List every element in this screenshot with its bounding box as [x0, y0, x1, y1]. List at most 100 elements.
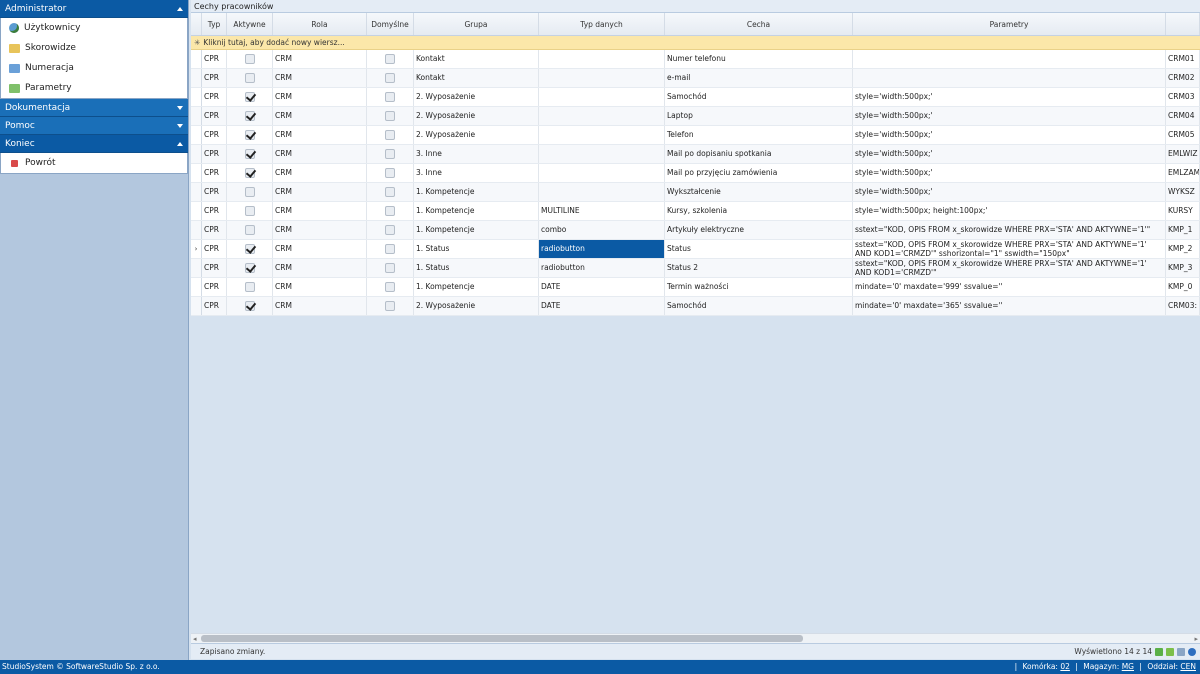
cell-kod[interactable]: KURSY	[1166, 202, 1200, 220]
cell-typ[interactable]: CPR	[202, 221, 227, 239]
cell-parametry[interactable]: style='width:500px;'	[853, 183, 1166, 201]
table-row[interactable]: CPR CRM 2. Wyposażenie Samochód style='width…	[191, 88, 1200, 107]
cell-grupa[interactable]: 2. Wyposażenie	[414, 88, 539, 106]
cell-cecha[interactable]: Status 2	[665, 259, 853, 277]
cell-aktywne[interactable]	[227, 202, 273, 220]
cell-kod[interactable]: EMLWIZ	[1166, 145, 1200, 163]
table-row[interactable]: CPR CRM 3. Inne Mail po dopisaniu spotkania…	[191, 145, 1200, 164]
aktywne-checkbox[interactable]	[244, 187, 255, 197]
accordion-dokumentacja[interactable]: Dokumentacja	[0, 99, 188, 117]
cell-rola[interactable]: CRM	[273, 183, 367, 201]
cell-domyslne[interactable]	[367, 126, 414, 144]
table-row[interactable]: CPR CRM 1. Kompetencje DATE Termin ważności m…	[191, 278, 1200, 297]
cell-aktywne[interactable]	[227, 297, 273, 315]
cell-rola[interactable]: CRM	[273, 107, 367, 125]
row-selector[interactable]	[191, 278, 202, 296]
row-selector[interactable]	[191, 69, 202, 87]
table-row[interactable]: CPR CRM 2. Wyposażenie DATE Samochód mindate=…	[191, 297, 1200, 316]
cell-grupa[interactable]: Kontakt	[414, 69, 539, 87]
aktywne-checkbox[interactable]	[244, 225, 255, 235]
cell-parametry[interactable]: style='width:500px; height:100px;'	[853, 202, 1166, 220]
cell-kod[interactable]: CRM01	[1166, 50, 1200, 68]
domyslne-checkbox[interactable]	[385, 244, 395, 254]
add-row-icon[interactable]	[1166, 647, 1174, 656]
row-selector[interactable]	[191, 126, 202, 144]
cell-rola[interactable]: CRM	[273, 69, 367, 87]
column-header-aktywne[interactable]: Aktywne	[227, 13, 273, 35]
cell-cecha[interactable]: Samochód	[665, 88, 853, 106]
horizontal-scrollbar[interactable]: ◂ ▸	[191, 633, 1200, 643]
cell-aktywne[interactable]	[227, 278, 273, 296]
cell-cecha[interactable]: Numer telefonu	[665, 50, 853, 68]
domyslne-checkbox[interactable]	[385, 73, 395, 83]
cell-kod[interactable]: KMP_3	[1166, 259, 1200, 277]
table-row[interactable]: CPR CRM 1. Kompetencje MULTILINE Kursy, szko…	[191, 202, 1200, 221]
domyslne-checkbox[interactable]	[385, 92, 395, 102]
aktywne-checkbox[interactable]	[244, 130, 255, 140]
cell-kod[interactable]: WYKSZ	[1166, 183, 1200, 201]
cell-domyslne[interactable]	[367, 183, 414, 201]
cell-typ[interactable]: CPR	[202, 259, 227, 277]
help-icon[interactable]	[1188, 647, 1196, 656]
cell-cecha[interactable]: Termin ważności	[665, 278, 853, 296]
cell-cecha[interactable]: Samochód	[665, 297, 853, 315]
cell-parametry[interactable]: style='width:500px;'	[853, 164, 1166, 182]
aktywne-checkbox[interactable]	[244, 92, 255, 102]
cell-kod[interactable]: KMP_0	[1166, 278, 1200, 296]
cell-parametry[interactable]: sstext="KOD, OPIS FROM x_skorowidze WHER…	[853, 259, 1166, 277]
cell-typ[interactable]: CPR	[202, 69, 227, 87]
cell-typ-danych[interactable]	[539, 183, 665, 201]
domyslne-checkbox[interactable]	[385, 149, 395, 159]
cell-rola[interactable]: CRM	[273, 221, 367, 239]
column-header-parametry[interactable]: Parametry	[853, 13, 1166, 35]
row-selector[interactable]	[191, 164, 202, 182]
cell-domyslne[interactable]	[367, 69, 414, 87]
table-row[interactable]: CPR CRM 1. Status radiobutton Status 2 sstext…	[191, 259, 1200, 278]
domyslne-checkbox[interactable]	[385, 225, 395, 235]
cell-typ-danych[interactable]: DATE	[539, 297, 665, 315]
cell-domyslne[interactable]	[367, 297, 414, 315]
row-selector[interactable]	[191, 183, 202, 201]
cell-parametry[interactable]: style='width:500px;'	[853, 126, 1166, 144]
domyslne-checkbox[interactable]	[385, 206, 395, 216]
cell-typ-danych[interactable]	[539, 164, 665, 182]
cell-parametry[interactable]: mindate='0' maxdate='365' ssvalue=''	[853, 297, 1166, 315]
accordion-koniec[interactable]: Koniec	[0, 135, 188, 153]
column-header-grupa[interactable]: Grupa	[414, 13, 539, 35]
cell-typ[interactable]: CPR	[202, 297, 227, 315]
cell-typ[interactable]: CPR	[202, 107, 227, 125]
table-row[interactable]: CPR CRM 1. Kompetencje combo Artykuły elektr…	[191, 221, 1200, 240]
cell-parametry[interactable]: sstext="KOD, OPIS FROM x_skorowidze WHER…	[853, 221, 1166, 239]
cell-cecha[interactable]: e-mail	[665, 69, 853, 87]
cell-kod[interactable]: EMLZAM	[1166, 164, 1200, 182]
aktywne-checkbox[interactable]	[244, 168, 255, 178]
cell-typ-danych[interactable]: combo	[539, 221, 665, 239]
cell-rola[interactable]: CRM	[273, 202, 367, 220]
cell-parametry[interactable]	[853, 50, 1166, 68]
cell-rola[interactable]: CRM	[273, 259, 367, 277]
cell-typ-danych[interactable]: MULTILINE	[539, 202, 665, 220]
table-row[interactable]: CPR CRM 3. Inne Mail po przyjęciu zamówieni…	[191, 164, 1200, 183]
cell-cecha[interactable]: Artykuły elektryczne	[665, 221, 853, 239]
table-row[interactable]: CPR CRM 2. Wyposażenie Laptop style='width:5…	[191, 107, 1200, 126]
cell-cecha[interactable]: Telefon	[665, 126, 853, 144]
cell-aktywne[interactable]	[227, 107, 273, 125]
sidebar-item-numeracja[interactable]: Numeracja	[1, 58, 187, 78]
cell-grupa[interactable]: 1. Kompetencje	[414, 221, 539, 239]
cell-kod[interactable]: CRM02	[1166, 69, 1200, 87]
cell-parametry[interactable]: style='width:500px;'	[853, 145, 1166, 163]
aktywne-checkbox[interactable]	[244, 282, 255, 292]
row-selector[interactable]	[191, 259, 202, 277]
cell-kod[interactable]: CRM03	[1166, 88, 1200, 106]
cell-aktywne[interactable]	[227, 88, 273, 106]
current-row-indicator-icon[interactable]: ›	[191, 240, 202, 258]
cell-aktywne[interactable]	[227, 126, 273, 144]
cell-domyslne[interactable]	[367, 107, 414, 125]
table-row[interactable]: CPR CRM 2. Wyposażenie Telefon style='width:…	[191, 126, 1200, 145]
cell-parametry[interactable]: sstext="KOD, OPIS FROM x_skorowidze WHER…	[853, 240, 1166, 258]
cell-domyslne[interactable]	[367, 202, 414, 220]
cell-cecha[interactable]: Wykształcenie	[665, 183, 853, 201]
cell-kod[interactable]: CRM03:	[1166, 297, 1200, 315]
cell-kod[interactable]: KMP_2	[1166, 240, 1200, 258]
row-selector[interactable]	[191, 50, 202, 68]
